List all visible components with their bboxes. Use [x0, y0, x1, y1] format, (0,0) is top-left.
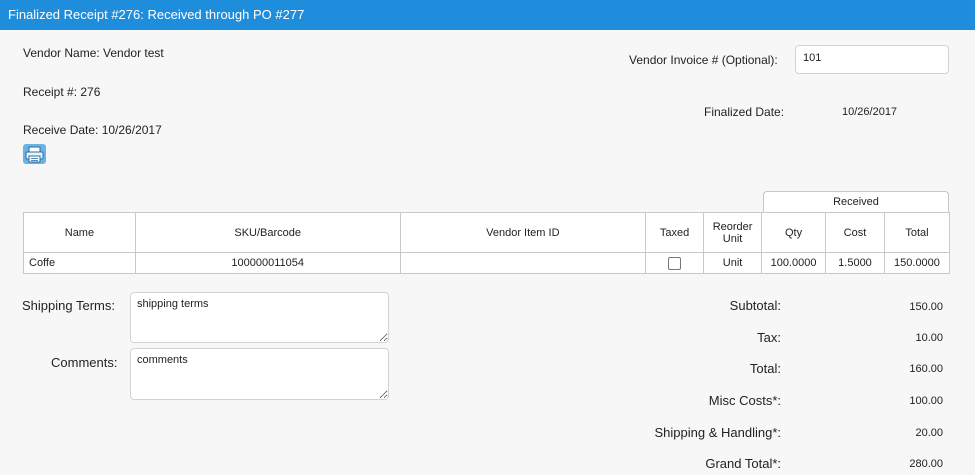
cell-vendor-item-id	[399, 252, 647, 274]
cell-name: Coffe	[23, 252, 136, 274]
misc-costs-label: Misc Costs*:	[708, 393, 781, 408]
col-header-vendor-item-id[interactable]: Vendor Item ID	[399, 212, 647, 253]
vendor-invoice-label: Vendor Invoice # (Optional):	[629, 53, 778, 67]
cell-taxed	[645, 252, 705, 274]
comments-label: Comments:	[51, 355, 118, 370]
total-label: Total:	[749, 361, 781, 376]
shipping-terms-input[interactable]: shipping terms	[130, 292, 389, 343]
shipping-terms-label: Shipping Terms:	[22, 298, 115, 313]
tax-label: Tax:	[757, 330, 781, 345]
grand-total-value: 280.00	[909, 458, 943, 470]
col-header-qty[interactable]: Qty	[761, 212, 827, 253]
misc-costs-value: 100.00	[909, 395, 943, 407]
receive-date: Receive Date: 10/26/2017	[23, 123, 162, 137]
cell-total: 150.0000	[883, 252, 951, 274]
col-header-reorder-unit[interactable]: Reorder Unit	[703, 212, 763, 253]
vendor-invoice-input[interactable]: 101	[795, 45, 949, 74]
window-title: Finalized Receipt #276: Received through…	[0, 0, 975, 30]
subtotal-label: Subtotal:	[729, 298, 781, 313]
col-header-cost[interactable]: Cost	[825, 212, 885, 253]
shipping-handling-value: 20.00	[915, 427, 943, 439]
cell-reorder-unit: Unit	[703, 252, 763, 274]
tax-value: 10.00	[915, 332, 943, 344]
subtotal-value: 150.00	[909, 301, 943, 313]
taxed-checkbox[interactable]	[668, 256, 682, 270]
printer-icon	[25, 146, 44, 163]
print-button[interactable]	[23, 144, 46, 164]
grand-total-label: Grand Total*:	[705, 456, 781, 471]
finalized-date-label: Finalized Date:	[704, 105, 785, 119]
finalized-date-value: 10/26/2017	[842, 106, 898, 118]
receipt-items-table: Name SKU/Barcode Vendor Item ID Taxed Re…	[23, 212, 951, 274]
col-header-taxed[interactable]: Taxed	[645, 212, 705, 253]
shipping-handling-label: Shipping & Handling*:	[654, 425, 781, 440]
total-value: 160.00	[909, 363, 943, 375]
cell-sku: 100000011054	[134, 252, 401, 274]
received-group-header: Received	[763, 191, 949, 212]
receipt-number: Receipt #: 276	[23, 85, 101, 99]
col-header-total[interactable]: Total	[883, 212, 951, 253]
cell-cost: 1.5000	[825, 252, 885, 274]
col-header-name[interactable]: Name	[23, 212, 136, 253]
cell-qty: 100.0000	[761, 252, 827, 274]
table-row: Coffe 100000011054 Unit 100.0000 1.5000 …	[23, 252, 951, 274]
vendor-name: Vendor Name: Vendor test	[23, 46, 164, 60]
col-header-sku[interactable]: SKU/Barcode	[134, 212, 401, 253]
comments-input[interactable]: comments	[130, 348, 389, 400]
